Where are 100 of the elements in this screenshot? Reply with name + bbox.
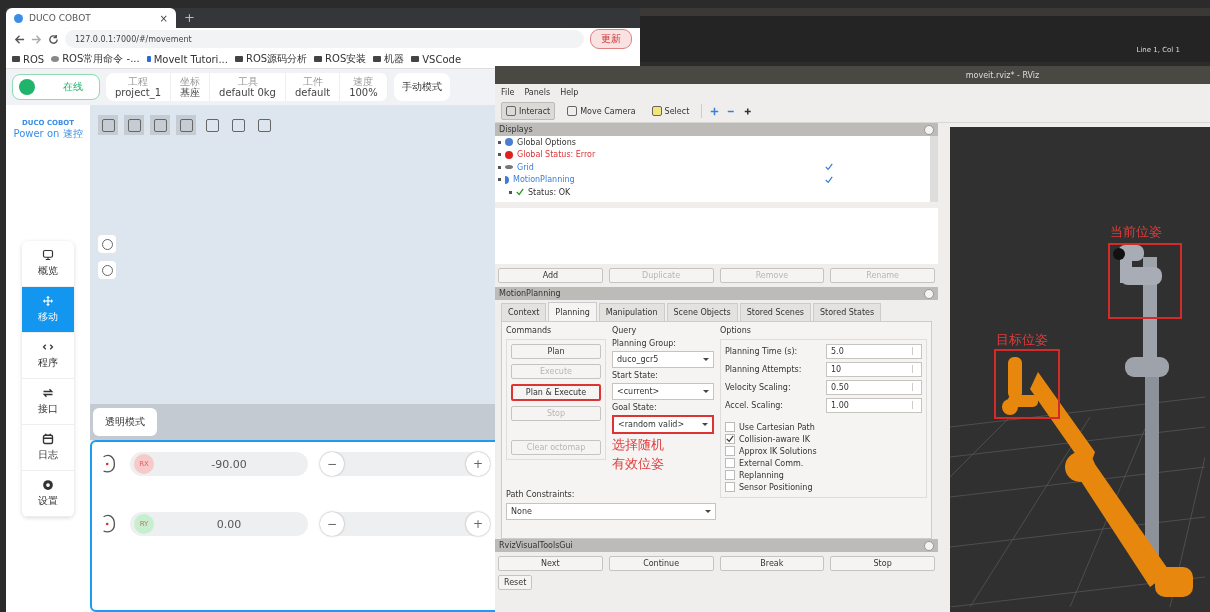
- visual-tools-button[interactable]: Stop: [830, 556, 935, 571]
- command-button[interactable]: Plan & Execute: [511, 384, 601, 401]
- field-label: Accel. Scaling:: [725, 401, 785, 410]
- new-tab-button[interactable]: +: [184, 10, 195, 25]
- bookmark[interactable]: MoveIt Tutori...: [146, 53, 228, 65]
- plus-icon[interactable]: [744, 106, 754, 116]
- dropdown[interactable]: <current>: [612, 383, 714, 400]
- bookmark[interactable]: ROS源码分析: [234, 52, 308, 66]
- annotation-text: 有效位姿: [612, 456, 665, 472]
- bookmark[interactable]: 机器: [373, 52, 405, 66]
- close-tab-button[interactable]: ×: [159, 12, 168, 24]
- display-item[interactable]: Grid: [517, 162, 534, 172]
- dropdown[interactable]: duco_gcr5: [612, 351, 714, 368]
- tool-button[interactable]: Interact: [501, 102, 556, 120]
- view-tool-icon[interactable]: [150, 115, 170, 135]
- bookmark[interactable]: ROS常用命令 -...: [51, 52, 140, 66]
- panel-title: MotionPlanning: [499, 289, 561, 298]
- spin-box[interactable]: 1.00: [826, 398, 922, 413]
- browser-tab[interactable]: DUCO COBOT ×: [6, 8, 176, 28]
- checkbox[interactable]: [725, 470, 735, 480]
- command-button[interactable]: Plan: [511, 344, 601, 359]
- nav-item[interactable]: 接口: [22, 379, 74, 425]
- field-label: Goal State:: [612, 403, 658, 412]
- panel-title: Displays: [499, 125, 533, 134]
- dropdown[interactable]: None: [506, 503, 716, 520]
- display-checkbox[interactable]: [825, 163, 833, 172]
- checkbox[interactable]: [725, 446, 735, 456]
- panel-tab[interactable]: Manipulation: [598, 303, 665, 321]
- visual-tools-button[interactable]: Continue: [608, 556, 714, 571]
- view-tool-icon[interactable]: [176, 115, 196, 135]
- info-caption: 坐标: [180, 75, 201, 87]
- increase-button[interactable]: +: [466, 452, 490, 476]
- menu-item[interactable]: Help: [560, 87, 579, 97]
- calendar-icon: [42, 433, 54, 445]
- checkbox[interactable]: [725, 434, 735, 444]
- panel-tab[interactable]: Context: [501, 303, 547, 321]
- tool-button[interactable]: Select: [647, 103, 694, 119]
- window-title: moveit.rviz* - RViz: [965, 70, 1040, 80]
- panel-tab[interactable]: Stored States: [813, 303, 882, 321]
- display-item[interactable]: Global Status: Error: [517, 150, 596, 160]
- spin-box[interactable]: 0.50: [826, 380, 922, 395]
- view-tool-icon[interactable]: [98, 115, 118, 135]
- checkbox[interactable]: [725, 482, 735, 492]
- visual-tools-button[interactable]: Next: [498, 556, 603, 571]
- nav-item[interactable]: 日志: [22, 425, 74, 471]
- dropdown[interactable]: <random valid>: [612, 415, 714, 434]
- field-label: Planning Group:: [612, 339, 678, 348]
- reload-icon[interactable]: [48, 33, 59, 45]
- zoom-in-button[interactable]: [98, 235, 116, 253]
- status-dot: [19, 79, 35, 95]
- spin-box[interactable]: 5.0: [826, 344, 922, 359]
- nav-item[interactable]: 设置: [22, 471, 74, 517]
- check-icon: [516, 188, 524, 197]
- tab-title: DUCO COBOT: [29, 13, 92, 23]
- zoom-out-button[interactable]: [98, 261, 116, 279]
- checkbox-label: Collision-aware IK: [739, 434, 810, 444]
- back-icon[interactable]: [14, 33, 25, 45]
- increase-button[interactable]: +: [466, 512, 490, 536]
- mode-button[interactable]: 手动模式: [393, 73, 450, 101]
- tool-button[interactable]: Move Camera: [563, 103, 640, 119]
- display-checkbox[interactable]: [825, 175, 833, 184]
- view-mode-button[interactable]: 透明模式: [93, 408, 157, 436]
- view-tool-icon[interactable]: [124, 115, 144, 135]
- update-button[interactable]: 更新: [590, 29, 632, 49]
- logo-subtitle: Power on 速控: [13, 127, 83, 141]
- decrease-button[interactable]: −: [320, 452, 344, 476]
- axis-value: -90.00: [210, 457, 248, 471]
- settings-icon: [42, 479, 54, 491]
- panel-tab[interactable]: Stored Scenes: [739, 303, 811, 321]
- checkbox[interactable]: [725, 458, 735, 468]
- info-caption: 速度: [353, 75, 374, 87]
- menu-item[interactable]: File: [501, 87, 515, 97]
- monitor-icon: [42, 249, 54, 261]
- info-caption: 工程: [128, 75, 149, 87]
- spin-box[interactable]: 10: [826, 362, 922, 377]
- address-field[interactable]: 127.0.0.1:7000/#/movement: [65, 30, 584, 48]
- bookmark[interactable]: VSCode: [411, 53, 462, 65]
- group-title: Options: [720, 326, 752, 335]
- visual-tools-button[interactable]: Break: [719, 556, 825, 571]
- decrease-button[interactable]: −: [320, 512, 344, 536]
- display-item[interactable]: Status: OK: [528, 187, 571, 197]
- panel-tab[interactable]: Scene Objects: [666, 303, 738, 321]
- field-label: Planning Time (s):: [725, 347, 799, 356]
- annotation-text: 当前位姿: [1110, 223, 1162, 241]
- display-item[interactable]: MotionPlanning: [513, 175, 575, 185]
- display-item[interactable]: Global Options: [517, 137, 576, 147]
- group-title: Path Constraints:: [506, 490, 576, 499]
- nav-item[interactable]: 程序: [22, 333, 74, 379]
- panel-tab[interactable]: Planning: [548, 302, 597, 321]
- bookmark[interactable]: ROS: [12, 53, 45, 65]
- menu-item[interactable]: Panels: [524, 87, 551, 97]
- panel-title: RvizVisualToolsGui: [499, 541, 573, 550]
- move-icon: [42, 295, 54, 307]
- display-button[interactable]: Add: [498, 268, 603, 283]
- bookmark[interactable]: ROS安装: [314, 52, 367, 66]
- forward-icon[interactable]: [31, 33, 42, 45]
- reset-button[interactable]: Reset: [498, 575, 533, 590]
- annotation-text: 选择随机: [612, 437, 665, 453]
- info-value: 基座: [180, 86, 201, 99]
- checkbox[interactable]: [725, 422, 735, 432]
